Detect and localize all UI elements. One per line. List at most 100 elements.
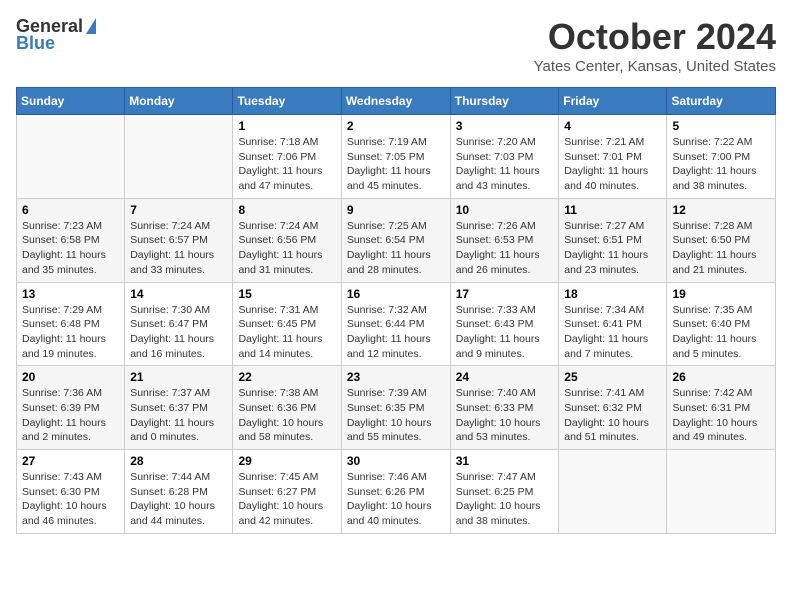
day-info: Sunrise: 7:32 AM Sunset: 6:44 PM Dayligh… bbox=[347, 303, 445, 362]
table-row: 22 Sunrise: 7:38 AM Sunset: 6:36 PM Dayli… bbox=[233, 366, 341, 450]
table-row: 23Sunrise: 7:39 AM Sunset: 6:35 PM Dayli… bbox=[341, 366, 450, 450]
day-info: Sunrise: 7:37 AM Sunset: 6:37 PM Dayligh… bbox=[130, 386, 227, 445]
table-row: 27 Sunrise: 7:43 AM Sunset: 6:30 PM Dayli… bbox=[17, 450, 125, 534]
table-row: 11 Sunrise: 7:27 AM Sunset: 6:51 PM Dayli… bbox=[559, 198, 667, 282]
col-friday: Friday bbox=[559, 88, 667, 115]
day-number: 27 bbox=[22, 454, 119, 468]
table-row bbox=[125, 115, 233, 199]
logo-flag-icon bbox=[86, 18, 96, 34]
calendar-table: Sunday Monday Tuesday Wednesday Thursday… bbox=[16, 87, 776, 534]
day-info: Sunrise: 7:24 AM Sunset: 6:56 PM Dayligh… bbox=[238, 219, 335, 278]
day-info: Sunrise: 7:22 AM Sunset: 7:00 PM Dayligh… bbox=[672, 135, 770, 194]
table-row: 15Sunrise: 7:31 AM Sunset: 6:45 PM Dayli… bbox=[233, 282, 341, 366]
day-info: Sunrise: 7:40 AM Sunset: 6:33 PM Dayligh… bbox=[456, 386, 554, 445]
table-row: 26 Sunrise: 7:42 AM Sunset: 6:31 PM Dayli… bbox=[667, 366, 776, 450]
table-row: 30 Sunrise: 7:46 AM Sunset: 6:26 PM Dayli… bbox=[341, 450, 450, 534]
day-info: Sunrise: 7:23 AM Sunset: 6:58 PM Dayligh… bbox=[22, 219, 119, 278]
table-row: 25Sunrise: 7:41 AM Sunset: 6:32 PM Dayli… bbox=[559, 366, 667, 450]
table-row bbox=[17, 115, 125, 199]
table-row: 1Sunrise: 7:18 AM Sunset: 7:06 PM Daylig… bbox=[233, 115, 341, 199]
day-number: 10 bbox=[456, 203, 554, 217]
day-number: 30 bbox=[347, 454, 445, 468]
day-number: 2 bbox=[347, 119, 445, 133]
day-info: Sunrise: 7:35 AM Sunset: 6:40 PM Dayligh… bbox=[672, 303, 770, 362]
day-info: Sunrise: 7:33 AM Sunset: 6:43 PM Dayligh… bbox=[456, 303, 554, 362]
col-wednesday: Wednesday bbox=[341, 88, 450, 115]
day-number: 13 bbox=[22, 287, 119, 301]
table-row: 8 Sunrise: 7:24 AM Sunset: 6:56 PM Daylig… bbox=[233, 198, 341, 282]
day-number: 5 bbox=[672, 119, 770, 133]
day-number: 3 bbox=[456, 119, 554, 133]
table-row: 31 Sunrise: 7:47 AM Sunset: 6:25 PM Dayli… bbox=[450, 450, 559, 534]
day-number: 24 bbox=[456, 370, 554, 384]
day-number: 14 bbox=[130, 287, 227, 301]
day-number: 17 bbox=[456, 287, 554, 301]
day-info: Sunrise: 7:31 AM Sunset: 6:45 PM Dayligh… bbox=[238, 303, 335, 362]
table-row: 4Sunrise: 7:21 AM Sunset: 7:01 PM Daylig… bbox=[559, 115, 667, 199]
day-number: 12 bbox=[672, 203, 770, 217]
table-row: 3 Sunrise: 7:20 AM Sunset: 7:03 PM Daylig… bbox=[450, 115, 559, 199]
table-row bbox=[667, 450, 776, 534]
location-title: Yates Center, Kansas, United States bbox=[534, 58, 776, 75]
table-row bbox=[559, 450, 667, 534]
day-number: 1 bbox=[238, 119, 335, 133]
day-number: 26 bbox=[672, 370, 770, 384]
table-row: 7 Sunrise: 7:24 AM Sunset: 6:57 PM Daylig… bbox=[125, 198, 233, 282]
calendar-week-4: 20 Sunrise: 7:36 AM Sunset: 6:39 PM Dayli… bbox=[17, 366, 776, 450]
day-number: 9 bbox=[347, 203, 445, 217]
day-info: Sunrise: 7:19 AM Sunset: 7:05 PM Dayligh… bbox=[347, 135, 445, 194]
calendar-week-3: 13 Sunrise: 7:29 AM Sunset: 6:48 PM Dayli… bbox=[17, 282, 776, 366]
table-row: 20 Sunrise: 7:36 AM Sunset: 6:39 PM Dayli… bbox=[17, 366, 125, 450]
table-row: 5 Sunrise: 7:22 AM Sunset: 7:00 PM Daylig… bbox=[667, 115, 776, 199]
calendar-week-1: 1Sunrise: 7:18 AM Sunset: 7:06 PM Daylig… bbox=[17, 115, 776, 199]
col-sunday: Sunday bbox=[17, 88, 125, 115]
day-number: 20 bbox=[22, 370, 119, 384]
table-row: 13 Sunrise: 7:29 AM Sunset: 6:48 PM Dayli… bbox=[17, 282, 125, 366]
calendar-week-5: 27 Sunrise: 7:43 AM Sunset: 6:30 PM Dayli… bbox=[17, 450, 776, 534]
table-row: 6Sunrise: 7:23 AM Sunset: 6:58 PM Daylig… bbox=[17, 198, 125, 282]
day-number: 31 bbox=[456, 454, 554, 468]
table-row: 18 Sunrise: 7:34 AM Sunset: 6:41 PM Dayli… bbox=[559, 282, 667, 366]
table-row: 28 Sunrise: 7:44 AM Sunset: 6:28 PM Dayli… bbox=[125, 450, 233, 534]
day-info: Sunrise: 7:47 AM Sunset: 6:25 PM Dayligh… bbox=[456, 470, 554, 529]
day-info: Sunrise: 7:38 AM Sunset: 6:36 PM Dayligh… bbox=[238, 386, 335, 445]
day-number: 28 bbox=[130, 454, 227, 468]
calendar-header-row: Sunday Monday Tuesday Wednesday Thursday… bbox=[17, 88, 776, 115]
logo-blue-text: Blue bbox=[16, 33, 55, 54]
day-info: Sunrise: 7:34 AM Sunset: 6:41 PM Dayligh… bbox=[564, 303, 661, 362]
day-info: Sunrise: 7:26 AM Sunset: 6:53 PM Dayligh… bbox=[456, 219, 554, 278]
day-info: Sunrise: 7:44 AM Sunset: 6:28 PM Dayligh… bbox=[130, 470, 227, 529]
table-row: 14Sunrise: 7:30 AM Sunset: 6:47 PM Dayli… bbox=[125, 282, 233, 366]
day-info: Sunrise: 7:41 AM Sunset: 6:32 PM Dayligh… bbox=[564, 386, 661, 445]
day-info: Sunrise: 7:42 AM Sunset: 6:31 PM Dayligh… bbox=[672, 386, 770, 445]
day-info: Sunrise: 7:24 AM Sunset: 6:57 PM Dayligh… bbox=[130, 219, 227, 278]
day-info: Sunrise: 7:29 AM Sunset: 6:48 PM Dayligh… bbox=[22, 303, 119, 362]
table-row: 9Sunrise: 7:25 AM Sunset: 6:54 PM Daylig… bbox=[341, 198, 450, 282]
day-info: Sunrise: 7:46 AM Sunset: 6:26 PM Dayligh… bbox=[347, 470, 445, 529]
table-row: 10 Sunrise: 7:26 AM Sunset: 6:53 PM Dayli… bbox=[450, 198, 559, 282]
day-info: Sunrise: 7:20 AM Sunset: 7:03 PM Dayligh… bbox=[456, 135, 554, 194]
day-number: 11 bbox=[564, 203, 661, 217]
table-row: 16Sunrise: 7:32 AM Sunset: 6:44 PM Dayli… bbox=[341, 282, 450, 366]
day-number: 22 bbox=[238, 370, 335, 384]
day-number: 19 bbox=[672, 287, 770, 301]
table-row: 12Sunrise: 7:28 AM Sunset: 6:50 PM Dayli… bbox=[667, 198, 776, 282]
day-number: 8 bbox=[238, 203, 335, 217]
col-tuesday: Tuesday bbox=[233, 88, 341, 115]
col-monday: Monday bbox=[125, 88, 233, 115]
day-number: 18 bbox=[564, 287, 661, 301]
table-row: 2 Sunrise: 7:19 AM Sunset: 7:05 PM Daylig… bbox=[341, 115, 450, 199]
day-info: Sunrise: 7:27 AM Sunset: 6:51 PM Dayligh… bbox=[564, 219, 661, 278]
day-number: 4 bbox=[564, 119, 661, 133]
logo: General Blue bbox=[16, 16, 96, 54]
day-info: Sunrise: 7:36 AM Sunset: 6:39 PM Dayligh… bbox=[22, 386, 119, 445]
table-row: 17 Sunrise: 7:33 AM Sunset: 6:43 PM Dayli… bbox=[450, 282, 559, 366]
day-number: 29 bbox=[238, 454, 335, 468]
col-saturday: Saturday bbox=[667, 88, 776, 115]
title-section: October 2024 Yates Center, Kansas, Unite… bbox=[534, 16, 776, 75]
table-row: 29 Sunrise: 7:45 AM Sunset: 6:27 PM Dayli… bbox=[233, 450, 341, 534]
day-info: Sunrise: 7:45 AM Sunset: 6:27 PM Dayligh… bbox=[238, 470, 335, 529]
page-header: General Blue October 2024 Yates Center, … bbox=[16, 16, 776, 75]
day-number: 7 bbox=[130, 203, 227, 217]
day-info: Sunrise: 7:43 AM Sunset: 6:30 PM Dayligh… bbox=[22, 470, 119, 529]
